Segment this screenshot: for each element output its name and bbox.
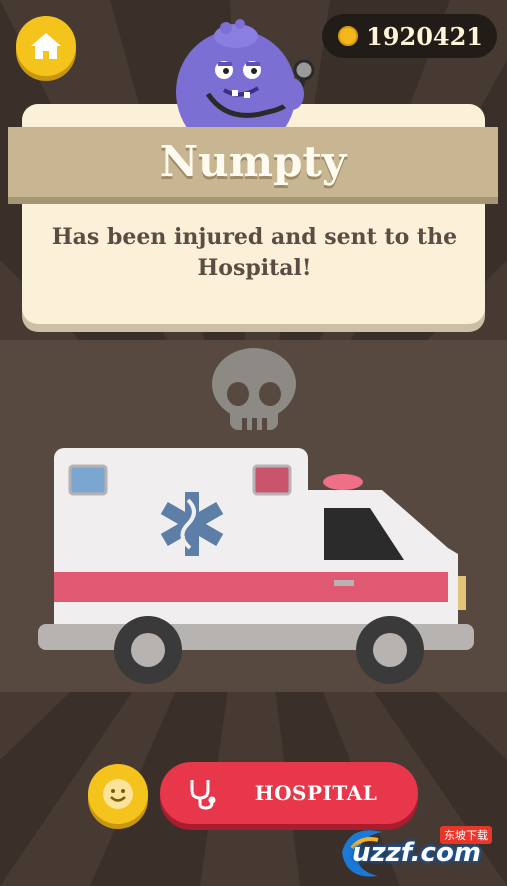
injury-message: Has been injured and sent to the Hospita… — [51, 224, 458, 281]
coin-counter: 1920421 — [322, 14, 497, 58]
ambulance — [38, 448, 474, 684]
home-icon — [31, 33, 61, 59]
coin-count: 1920421 — [366, 21, 483, 51]
skull-icon — [212, 348, 296, 432]
monster-character — [176, 19, 315, 134]
smiley-button[interactable] — [88, 764, 148, 824]
character-name: Numpty — [159, 137, 347, 186]
smiley-face-icon — [103, 779, 133, 809]
hospital-button-label: HOSPITAL — [254, 781, 378, 805]
home-button[interactable] — [16, 16, 76, 76]
stethoscope-icon — [190, 780, 216, 810]
coin-icon — [338, 26, 359, 46]
hospital-button[interactable]: HOSPITAL — [160, 762, 418, 824]
watermark-cn-text: 东坡下载 — [440, 826, 492, 844]
